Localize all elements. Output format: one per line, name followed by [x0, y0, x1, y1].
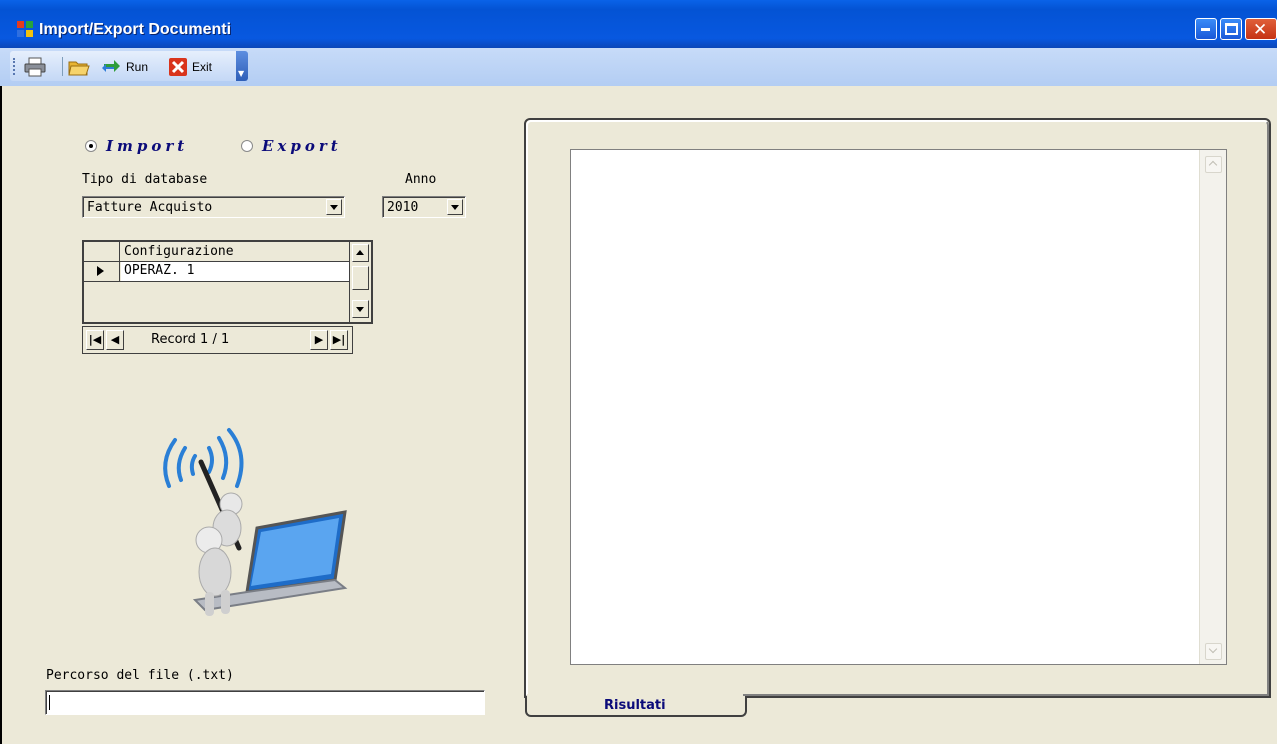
toolbar: Run Exit ▼: [0, 48, 1277, 86]
run-label: Run: [126, 60, 149, 74]
database-type-label: Tipo di database: [82, 172, 208, 187]
grid-scrollbar[interactable]: [349, 242, 371, 322]
tab-joint: [527, 694, 743, 698]
table-cell-text: OPERAZ. 1: [124, 263, 195, 278]
text-caret: [49, 695, 50, 710]
scroll-up-button[interactable]: [1205, 156, 1222, 173]
chevron-down-icon[interactable]: [447, 199, 463, 215]
exit-x-icon: [169, 58, 187, 76]
export-label: Export: [262, 137, 342, 155]
grid-header: Configurazione: [84, 242, 350, 262]
import-radio[interactable]: Import: [85, 137, 188, 155]
exit-label: Exit: [192, 60, 213, 74]
app-icon: [17, 21, 35, 39]
configuration-grid[interactable]: Configurazione OPERAZ. 1: [82, 240, 373, 324]
import-label: Import: [106, 137, 189, 155]
table-row[interactable]: OPERAZ. 1: [84, 262, 350, 282]
open-folder-icon: [68, 61, 90, 76]
toolbar-grip[interactable]: [13, 58, 16, 75]
export-radio-dot[interactable]: [241, 140, 253, 152]
tab-baseline: [746, 696, 1271, 698]
open-button[interactable]: [68, 56, 90, 78]
file-path-label: Percorso del file (.txt): [46, 668, 234, 683]
year-label: Anno: [405, 172, 437, 187]
first-record-button[interactable]: |◀: [86, 330, 104, 350]
close-button[interactable]: ✕: [1245, 18, 1277, 40]
scroll-up-button[interactable]: [352, 244, 369, 262]
database-type-value: Fatture Acquisto: [87, 200, 213, 215]
maximize-button[interactable]: [1220, 18, 1242, 40]
tab-risultati[interactable]: Risultati: [525, 696, 747, 717]
toolbar-separator: [62, 57, 63, 76]
wireless-laptop-illustration: [163, 428, 348, 616]
scroll-down-button[interactable]: [1205, 643, 1222, 660]
window-title: Import/Export Documenti: [39, 21, 232, 38]
file-path-input[interactable]: [45, 690, 485, 715]
scroll-down-button[interactable]: [352, 300, 369, 318]
chevron-down-icon[interactable]: [326, 199, 342, 215]
database-type-select[interactable]: Fatture Acquisto: [82, 196, 345, 218]
year-value: 2010: [387, 200, 419, 215]
minimize-button[interactable]: [1195, 18, 1217, 40]
window-border: [0, 86, 2, 744]
scroll-thumb[interactable]: [352, 266, 369, 290]
toolbar-overflow-chevron[interactable]: ▼: [236, 51, 248, 81]
year-select[interactable]: 2010: [382, 196, 466, 218]
title-bar[interactable]: Import/Export Documenti ✕: [0, 0, 1277, 48]
import-radio-dot[interactable]: [85, 140, 97, 152]
chevron-down-icon: ▼: [238, 69, 245, 78]
print-button[interactable]: [24, 56, 46, 78]
table-cell[interactable]: OPERAZ. 1: [121, 262, 349, 281]
record-navigator: |◀ ◀ Record 1 / 1 ▶ ▶|: [82, 326, 353, 354]
tab-risultati-label: Risultati: [604, 698, 666, 713]
run-button[interactable]: Run: [102, 56, 148, 78]
record-counter: Record 1 / 1: [151, 332, 230, 347]
toolbar-strip: Run Exit: [10, 51, 247, 81]
printer-icon: [24, 57, 46, 77]
last-record-button[interactable]: ▶|: [330, 330, 348, 350]
run-arrows-icon: [102, 60, 120, 72]
grid-column-header: Configurazione: [124, 244, 234, 259]
export-radio[interactable]: Export: [241, 137, 342, 155]
exit-button[interactable]: Exit: [168, 56, 212, 78]
prev-record-button[interactable]: ◀: [106, 330, 124, 350]
row-pointer-icon: [84, 262, 120, 281]
grid-header-indicator: [84, 242, 120, 262]
next-record-button[interactable]: ▶: [310, 330, 328, 350]
results-textarea[interactable]: [570, 149, 1227, 665]
results-scrollbar[interactable]: [1199, 150, 1226, 664]
